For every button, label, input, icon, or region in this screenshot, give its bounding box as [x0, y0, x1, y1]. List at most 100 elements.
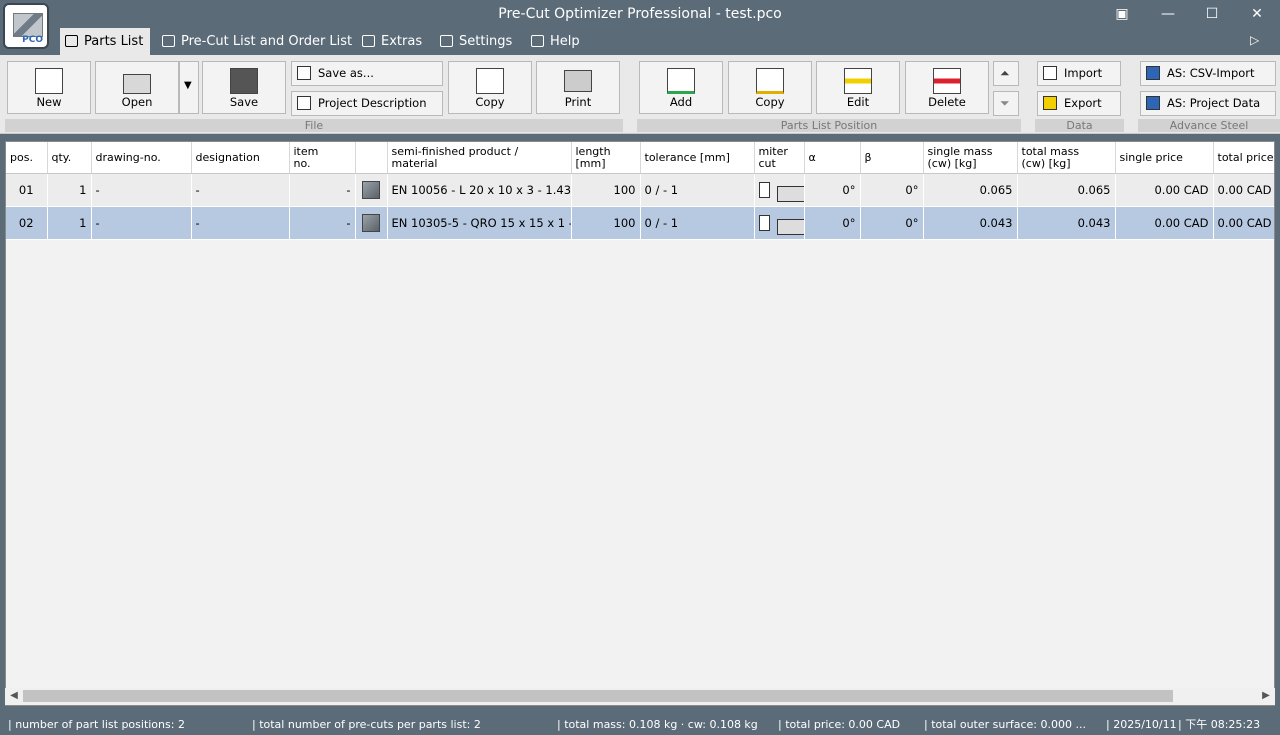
parts-list-icon — [65, 35, 78, 47]
add-position-button[interactable]: Add — [639, 61, 723, 114]
cell-designation[interactable]: - — [191, 206, 290, 240]
status-price: | total price: 0.00 CAD — [778, 718, 901, 731]
cell-total-mass[interactable]: 0.043 — [1017, 206, 1116, 240]
cell-single-mass[interactable]: 0.065 — [923, 173, 1018, 207]
status-date: | 2025/10/11 — [1106, 718, 1177, 731]
col-alpha[interactable]: α — [804, 142, 861, 174]
tab-extras[interactable]: Extras — [357, 28, 422, 55]
cell-item-no[interactable]: - — [289, 206, 356, 240]
status-precuts: | total number of pre-cuts per parts lis… — [252, 718, 481, 731]
maximize-button[interactable]: ☐ — [1198, 4, 1226, 24]
file-copy-label: Copy — [475, 95, 505, 109]
tab-label: Parts List — [84, 34, 144, 49]
move-up-button[interactable]: ⏶ — [993, 61, 1019, 86]
save-as-button[interactable]: Save as... — [291, 61, 443, 86]
table-row[interactable]: 02 1 - - - EN 10305-5 - QRO 15 x 15 x 1 … — [6, 206, 1274, 240]
col-total-mass[interactable]: total mass (cw) [kg] — [1017, 142, 1116, 174]
cell-tolerance[interactable]: 0 / - 1 — [640, 206, 755, 240]
angle-profile-icon — [362, 181, 380, 199]
edit-position-button[interactable]: Edit — [816, 61, 900, 114]
cell-beta[interactable]: 0° — [860, 206, 924, 240]
col-material[interactable]: semi-finished product / material — [387, 142, 572, 174]
cell-length[interactable]: 100 — [571, 173, 641, 207]
cell-material[interactable]: EN 10056 - L 20 x 10 x 3 - 1.4301 — [387, 173, 572, 207]
tab-parts-list[interactable]: Parts List — [60, 28, 150, 55]
ribbon: New Open ▼ Save Save as... Project Descr… — [0, 55, 1280, 134]
cell-pos[interactable]: 02 — [6, 206, 48, 240]
col-tolerance[interactable]: tolerance [mm] — [640, 142, 755, 174]
cell-drawing-no[interactable]: - — [91, 206, 192, 240]
as-project-data-label: AS: Project Data — [1167, 96, 1261, 110]
col-material-icon[interactable] — [355, 142, 388, 174]
app-logo[interactable]: PCO — [3, 3, 49, 49]
cell-drawing-no[interactable]: - — [91, 173, 192, 207]
col-beta[interactable]: β — [860, 142, 924, 174]
scrollbar-thumb[interactable] — [23, 690, 1173, 702]
import-button[interactable]: Import — [1037, 61, 1121, 86]
save-button[interactable]: Save — [202, 61, 286, 114]
col-qty[interactable]: qty. — [47, 142, 92, 174]
scroll-left-icon[interactable]: ◀ — [7, 689, 21, 703]
col-single-price[interactable]: single price — [1115, 142, 1214, 174]
app-logo-icon — [13, 13, 43, 37]
col-item-no[interactable]: item no. — [289, 142, 356, 174]
horizontal-scrollbar[interactable]: ◀ ▶ — [5, 688, 1275, 705]
tab-help[interactable]: Help — [526, 28, 580, 55]
cell-single-mass[interactable]: 0.043 — [923, 206, 1018, 240]
project-description-button[interactable]: Project Description — [291, 91, 443, 116]
cell-beta[interactable]: 0° — [860, 173, 924, 207]
as-project-data-button[interactable]: AS: Project Data — [1140, 91, 1276, 116]
file-copy-button[interactable]: Copy — [448, 61, 532, 114]
col-length[interactable]: length [mm] — [571, 142, 641, 174]
col-single-mass[interactable]: single mass (cw) [kg] — [923, 142, 1018, 174]
as-csv-import-label: AS: CSV-Import — [1167, 66, 1255, 80]
quick-access-menu-icon[interactable]: ▣ — [1108, 4, 1136, 24]
new-document-icon — [35, 68, 63, 94]
col-designation[interactable]: designation — [191, 142, 290, 174]
cell-designation[interactable]: - — [191, 173, 290, 207]
new-button[interactable]: New — [7, 61, 91, 114]
tab-pre-cut-list[interactable]: Pre-Cut List and Order List — [157, 28, 352, 55]
scroll-right-icon[interactable]: ▶ — [1259, 689, 1273, 703]
close-button[interactable]: ✕ — [1243, 4, 1271, 24]
ribbon-expand-icon[interactable]: ▷ — [1250, 33, 1259, 47]
as-csv-import-button[interactable]: AS: CSV-Import — [1140, 61, 1276, 86]
cell-length[interactable]: 100 — [571, 206, 641, 240]
cell-item-no[interactable]: - — [289, 173, 356, 207]
cell-qty[interactable]: 1 — [47, 173, 92, 207]
status-time: | 下午 08:25:23 — [1178, 718, 1261, 731]
delete-position-button[interactable]: Delete — [905, 61, 989, 114]
move-down-button[interactable]: ⏷ — [993, 91, 1019, 116]
copy-position-button[interactable]: Copy — [728, 61, 812, 114]
tab-label: Pre-Cut List and Order List — [181, 34, 353, 49]
cell-total-price[interactable]: 0.00 CAD — [1213, 206, 1274, 240]
new-label: New — [36, 95, 62, 109]
cell-total-mass[interactable]: 0.065 — [1017, 173, 1116, 207]
col-drawing-no[interactable]: drawing-no. — [91, 142, 192, 174]
cell-qty[interactable]: 1 — [47, 206, 92, 240]
open-dropdown-button[interactable]: ▼ — [179, 61, 199, 114]
export-button[interactable]: Export — [1037, 91, 1121, 116]
tab-label: Help — [550, 34, 580, 49]
help-icon — [531, 35, 544, 47]
edit-label: Edit — [846, 95, 870, 109]
cell-alpha[interactable]: 0° — [804, 206, 861, 240]
col-total-price[interactable]: total price — [1213, 142, 1274, 174]
printer-icon — [564, 70, 592, 92]
cell-tolerance[interactable]: 0 / - 1 — [640, 173, 755, 207]
cell-total-price[interactable]: 0.00 CAD — [1213, 173, 1274, 207]
cell-single-price[interactable]: 0.00 CAD — [1115, 206, 1214, 240]
cell-pos[interactable]: 01 — [6, 173, 48, 207]
table-row[interactable]: 01 1 - - - EN 10056 - L 20 x 10 x 3 - 1.… — [6, 173, 1274, 207]
save-as-icon — [297, 66, 311, 80]
cell-single-price[interactable]: 0.00 CAD — [1115, 173, 1214, 207]
print-button[interactable]: Print — [536, 61, 620, 114]
tab-settings[interactable]: Settings — [435, 28, 512, 55]
cell-material[interactable]: EN 10305-5 - QRO 15 x 15 x 1 - 1.4... — [387, 206, 572, 240]
col-pos[interactable]: pos. — [6, 142, 48, 174]
cell-alpha[interactable]: 0° — [804, 173, 861, 207]
col-miter-cut[interactable]: miter cut — [754, 142, 805, 174]
open-button[interactable]: Open — [95, 61, 179, 114]
minimize-button[interactable]: — — [1154, 4, 1182, 24]
status-mass: | total mass: 0.108 kg · cw: 0.108 kg — [557, 718, 758, 731]
